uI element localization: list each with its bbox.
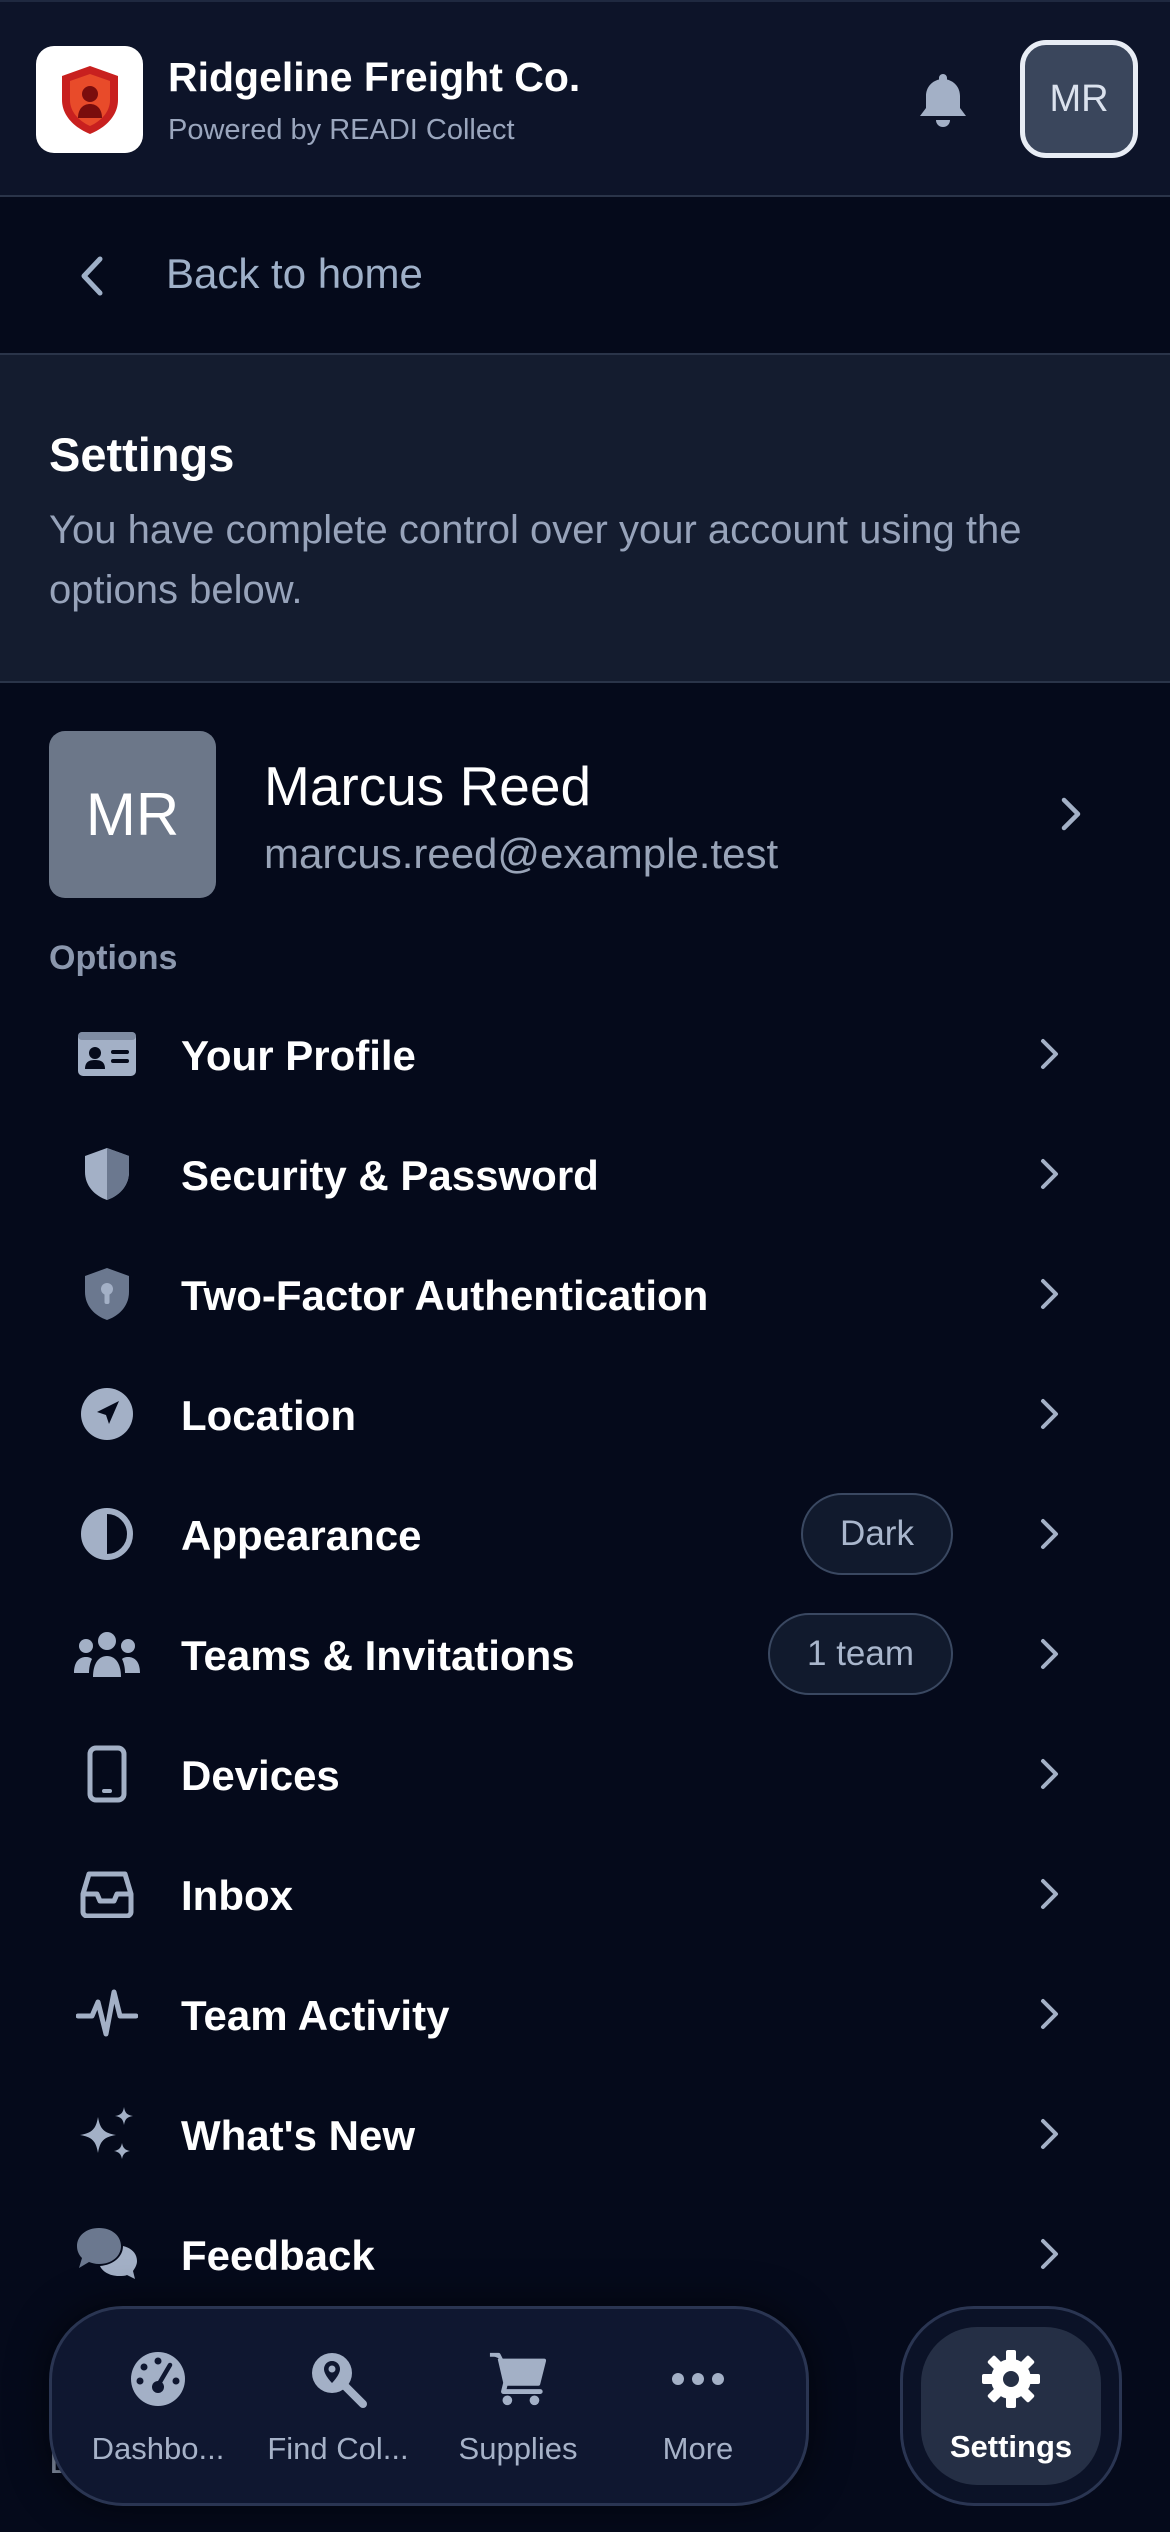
- shield-keyhole-icon: [72, 1262, 142, 1326]
- inbox-tray-icon: [72, 1862, 142, 1926]
- menu-item-teams-invitations[interactable]: Teams & Invitations 1 team: [0, 1594, 1170, 1714]
- menu-item-label: Security & Password: [181, 1152, 599, 1199]
- page-description: You have complete control over your acco…: [49, 508, 1022, 612]
- menu-item-team-activity[interactable]: Team Activity: [0, 1954, 1170, 2074]
- organization-name: Ridgeline Freight Co.: [168, 54, 581, 100]
- menu-item-label: Location: [181, 1392, 356, 1439]
- notifications-bell-icon[interactable]: [910, 68, 976, 134]
- location-arrow-icon: [72, 1382, 142, 1446]
- chevron-right-icon: [1041, 1159, 1058, 1189]
- menu-item-your-profile[interactable]: Your Profile: [0, 994, 1170, 1114]
- chevron-right-icon: [1041, 1519, 1058, 1549]
- menu-item-label: Two-Factor Authentication: [181, 1272, 709, 1319]
- ellipsis-icon: [668, 2349, 728, 2409]
- menu-item-whats-new[interactable]: What's New: [0, 2074, 1170, 2194]
- gear-icon: [981, 2349, 1041, 2409]
- back-label: Back to home: [166, 250, 423, 297]
- nav-tab-label: Find Col...: [267, 2431, 409, 2466]
- location-search-icon: [308, 2349, 368, 2409]
- back-to-home-link[interactable]: Back to home: [0, 197, 1170, 355]
- chevron-left-icon: [81, 256, 103, 296]
- avatar: MR: [49, 731, 216, 898]
- team-count-badge: 1 team: [768, 1613, 953, 1695]
- id-card-icon: [72, 1022, 142, 1086]
- chevron-right-icon: [1041, 2239, 1058, 2269]
- pulse-icon: [72, 1982, 142, 2046]
- chevron-right-icon: [1041, 1039, 1058, 1069]
- chevron-right-icon: [1041, 1759, 1058, 1789]
- nav-tab-find-collection[interactable]: Find Col...: [248, 2309, 428, 2509]
- nav-tab-settings[interactable]: Settings: [900, 2306, 1122, 2506]
- gauge-icon: [128, 2349, 188, 2409]
- bottom-navigation: Dashbo... Find Col... Supplies More: [49, 2306, 809, 2506]
- header-avatar[interactable]: MR: [1020, 40, 1138, 158]
- menu-item-label: Feedback: [181, 2232, 375, 2279]
- nav-tab-label: Supplies: [458, 2431, 578, 2466]
- users-icon: [72, 1622, 142, 1686]
- menu-item-label: Appearance: [181, 1512, 422, 1559]
- menu-item-feedback[interactable]: Feedback: [0, 2194, 1170, 2314]
- cart-icon: [488, 2349, 548, 2409]
- menu-item-location[interactable]: Location: [0, 1354, 1170, 1474]
- menu-item-label: Your Profile: [181, 1032, 416, 1079]
- shield-half-icon: [72, 1142, 142, 1206]
- chevron-right-icon: [1041, 2119, 1058, 2149]
- nav-tab-label: More: [662, 2431, 734, 2466]
- menu-item-inbox[interactable]: Inbox: [0, 1834, 1170, 1954]
- contrast-icon: [72, 1502, 142, 1566]
- menu-item-appearance[interactable]: Appearance Dark: [0, 1474, 1170, 1594]
- chevron-right-icon: [1061, 797, 1081, 831]
- menu-item-label: Inbox: [181, 1872, 293, 1919]
- app-header: Ridgeline Freight Co. Powered by READI C…: [0, 0, 1170, 197]
- settings-intro-card: Settings You have complete control over …: [0, 355, 1170, 683]
- brand-logo: [36, 46, 143, 153]
- page-title: Settings: [49, 428, 235, 481]
- menu-item-label: What's New: [181, 2112, 416, 2159]
- nav-tab-supplies[interactable]: Supplies: [428, 2309, 608, 2509]
- options-heading: Options: [49, 939, 178, 977]
- menu-item-label: Team Activity: [181, 1992, 450, 2039]
- chevron-right-icon: [1041, 1639, 1058, 1669]
- menu-item-two-factor[interactable]: Two-Factor Authentication: [0, 1234, 1170, 1354]
- menu-item-label: Devices: [181, 1752, 340, 1799]
- profile-summary-row[interactable]: MR Marcus Reed marcus.reed@example.test: [0, 730, 1170, 900]
- nav-tab-dashboard[interactable]: Dashbo...: [68, 2309, 248, 2509]
- profile-name: Marcus Reed: [264, 755, 592, 817]
- chevron-right-icon: [1041, 1279, 1058, 1309]
- settings-tab-active: Settings: [921, 2327, 1101, 2485]
- nav-tab-more[interactable]: More: [608, 2309, 788, 2509]
- mobile-icon: [72, 1742, 142, 1806]
- comments-icon: [72, 2222, 142, 2286]
- chevron-right-icon: [1041, 1999, 1058, 2029]
- appearance-value-badge: Dark: [801, 1493, 953, 1575]
- menu-item-label: Teams & Invitations: [181, 1632, 575, 1679]
- profile-email: marcus.reed@example.test: [264, 830, 779, 877]
- settings-page: Ridgeline Freight Co. Powered by READI C…: [0, 0, 1170, 2532]
- nav-tab-label: Dashbo...: [91, 2431, 225, 2466]
- chevron-right-icon: [1041, 1879, 1058, 1909]
- powered-by-text: Powered by READI Collect: [168, 114, 515, 146]
- menu-item-devices[interactable]: Devices: [0, 1714, 1170, 1834]
- nav-tab-label: Settings: [949, 2429, 1073, 2464]
- chevron-right-icon: [1041, 1399, 1058, 1429]
- menu-item-security-password[interactable]: Security & Password: [0, 1114, 1170, 1234]
- sparkles-icon: [72, 2102, 142, 2166]
